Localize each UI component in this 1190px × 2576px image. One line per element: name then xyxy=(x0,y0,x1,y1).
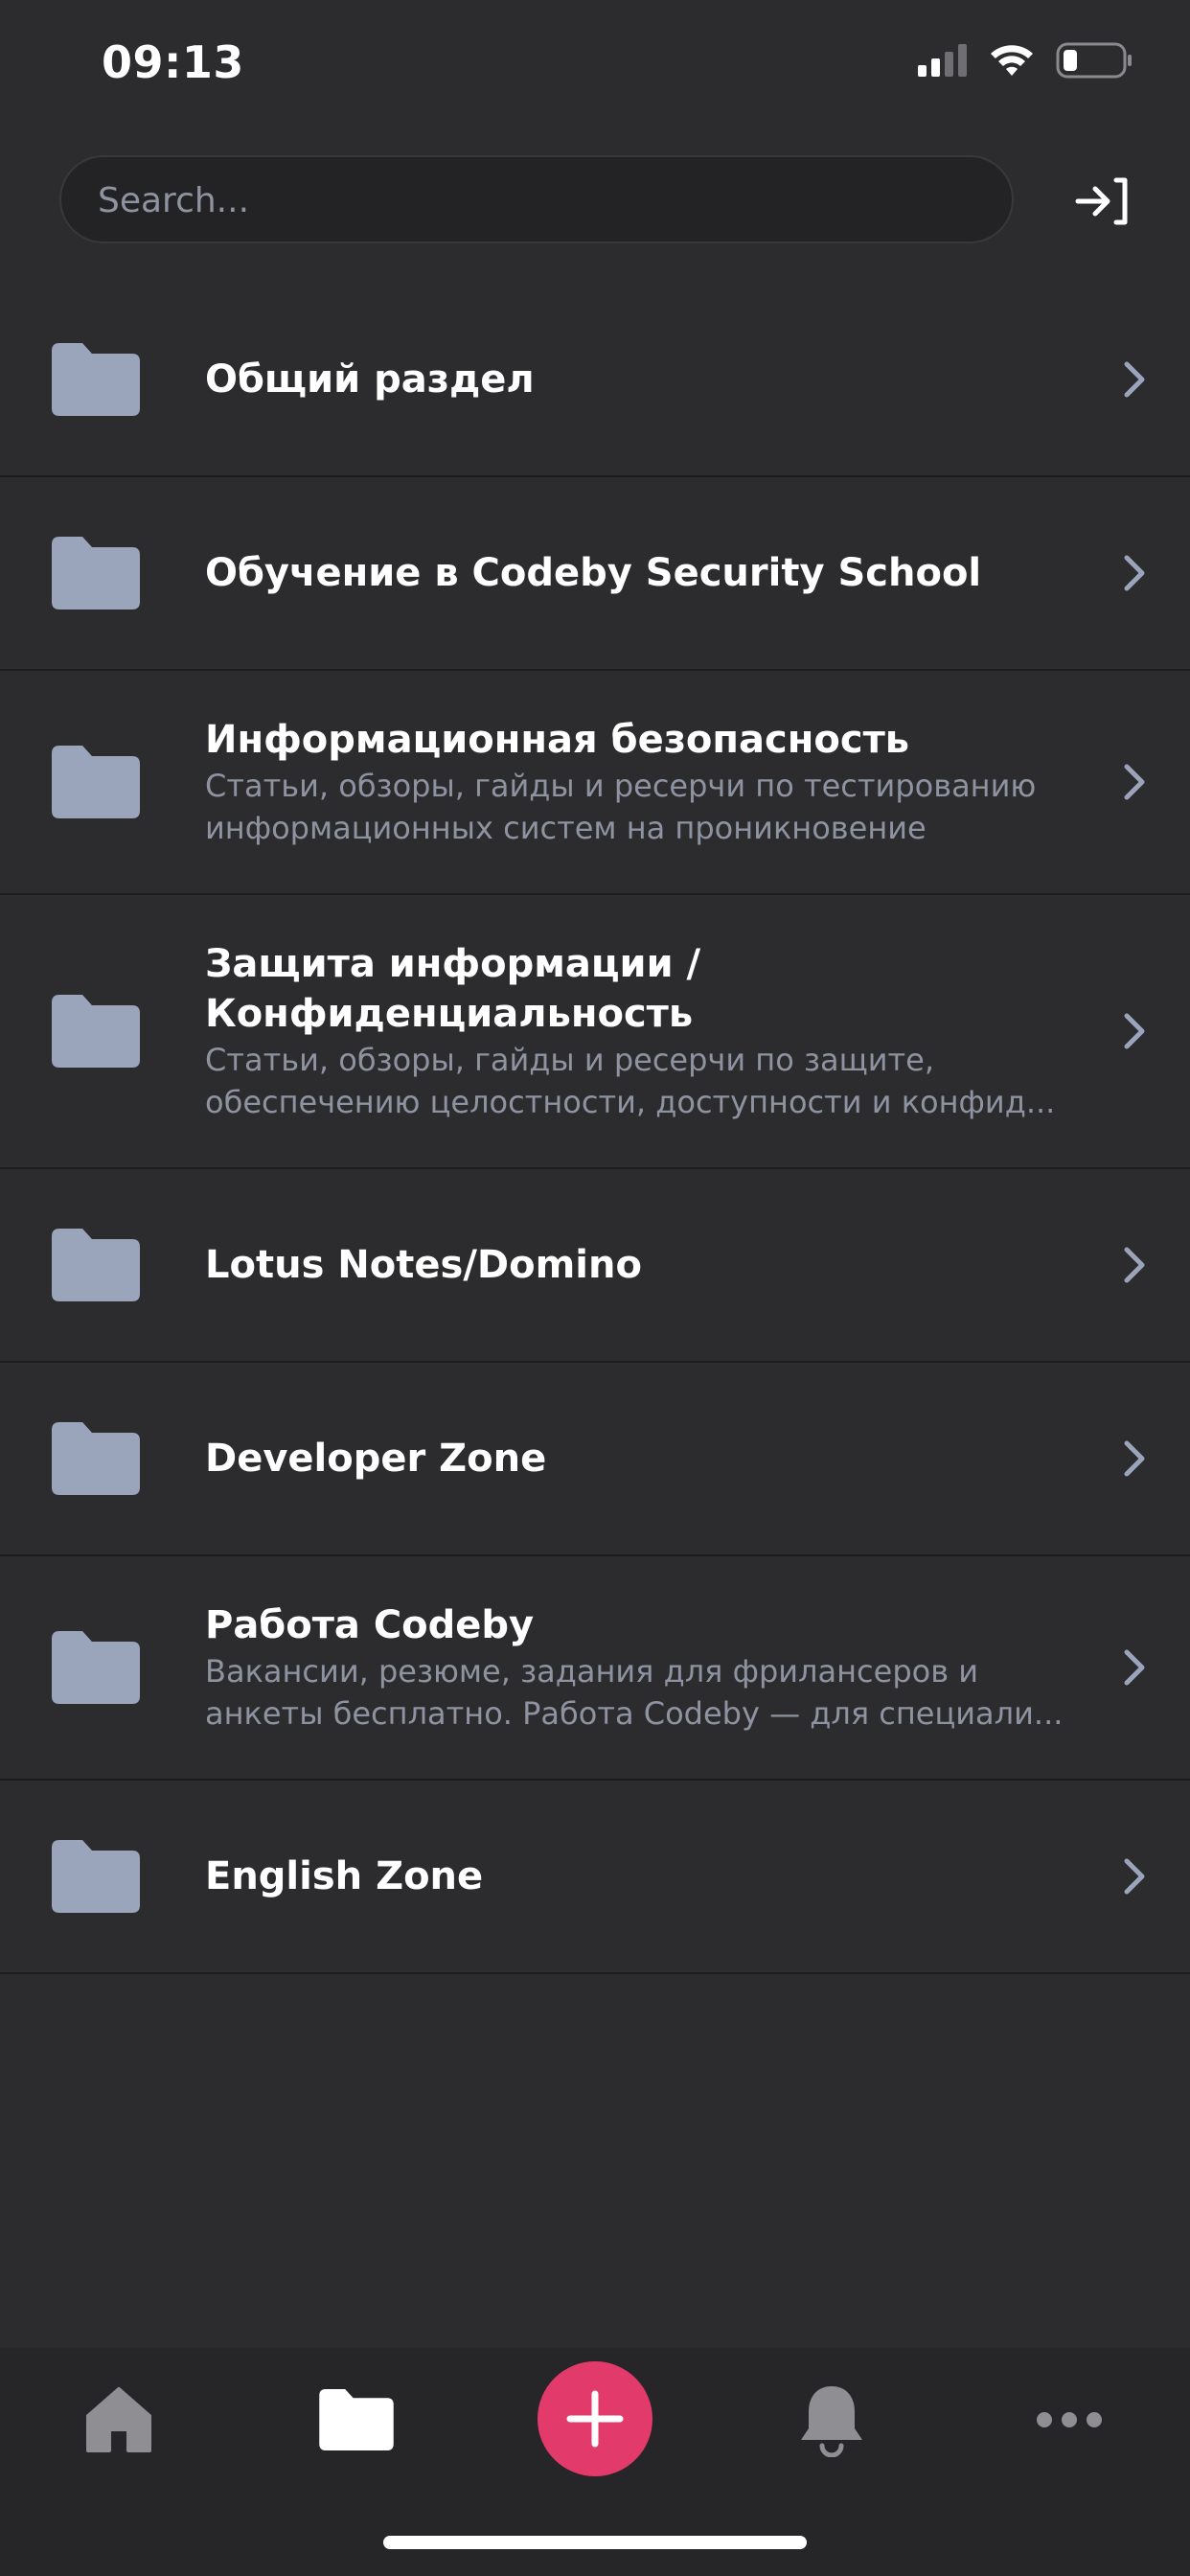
new-post-button[interactable] xyxy=(538,2361,652,2476)
forum-row-developer[interactable]: Developer Zone xyxy=(0,1363,1190,1556)
chevron-right-icon xyxy=(1124,1440,1145,1477)
forum-row-jobs[interactable]: Работа Codeby Вакансии, резюме, задания … xyxy=(0,1556,1190,1781)
forum-title: Developer Zone xyxy=(205,1437,547,1481)
forum-description-line: Вакансии, резюме, задания для фрилансеро… xyxy=(205,1653,979,1690)
forum-title: Информационная безопасность xyxy=(205,718,910,762)
chevron-right-icon xyxy=(1124,1858,1145,1895)
wifi-icon xyxy=(991,45,1033,76)
forum-row-infosec[interactable]: Информационная безопасность Статьи, обзо… xyxy=(0,671,1190,895)
chevron-right-icon xyxy=(1124,764,1145,800)
folder-icon xyxy=(52,537,140,610)
folder-icon xyxy=(319,2389,394,2450)
folder-icon xyxy=(52,746,140,818)
search-field[interactable] xyxy=(59,155,1014,243)
signal-icon xyxy=(918,44,967,77)
login-button[interactable] xyxy=(1064,163,1140,240)
forum-description-line: Статьи, обзоры, гайды и ресерчи по тести… xyxy=(205,768,1037,804)
forum-row-english[interactable]: English Zone xyxy=(0,1781,1190,1974)
status-time: 09:13 xyxy=(102,36,244,88)
bell-icon xyxy=(801,2386,862,2457)
plus-icon xyxy=(566,2390,624,2448)
chevron-right-icon xyxy=(1124,361,1145,398)
folder-icon xyxy=(52,1229,140,1301)
folder-icon xyxy=(52,1840,140,1913)
forum-description-line: анкеты бесплатно. Работа Codeby — для сп… xyxy=(205,1695,1064,1732)
forum-title: Общий раздел xyxy=(205,357,535,402)
battery-icon xyxy=(1056,42,1132,79)
forum-row-school[interactable]: Обучение в Codeby Security School xyxy=(0,477,1190,671)
forum-title-line: Защита информации / xyxy=(205,942,701,986)
folder-icon xyxy=(52,343,140,416)
forum-description-line: Статьи, обзоры, гайды и ресерчи по защит… xyxy=(205,1042,935,1078)
search-row xyxy=(0,153,1190,249)
chevron-right-icon xyxy=(1124,555,1145,591)
chevron-right-icon xyxy=(1124,1649,1145,1686)
search-input[interactable] xyxy=(96,157,981,243)
forum-description-line: обеспечению целостности, доступности и к… xyxy=(205,1084,1056,1120)
folder-icon xyxy=(52,1422,140,1495)
home-indicator xyxy=(383,2536,807,2549)
home-icon xyxy=(86,2387,151,2452)
tab-home[interactable] xyxy=(0,2348,238,2492)
chevron-right-icon xyxy=(1124,1247,1145,1283)
forum-row-general[interactable]: Общий раздел xyxy=(0,284,1190,477)
forum-title: Работа Codeby xyxy=(205,1603,535,1647)
forum-title: Lotus Notes/Domino xyxy=(205,1243,642,1287)
status-bar: 09:13 xyxy=(0,0,1190,134)
forum-row-privacy[interactable]: Защита информации / Конфиденциальность С… xyxy=(0,895,1190,1169)
forum-title: English Zone xyxy=(205,1854,484,1898)
more-icon xyxy=(1037,2412,1102,2427)
tab-notifications[interactable] xyxy=(713,2348,950,2492)
chevron-right-icon xyxy=(1124,1013,1145,1049)
login-arrow-icon xyxy=(1075,177,1128,225)
forum-title-line: Конфиденциальность xyxy=(205,992,694,1036)
status-icons xyxy=(918,42,1133,79)
tab-more[interactable] xyxy=(950,2348,1188,2492)
forum-row-lotus[interactable]: Lotus Notes/Domino xyxy=(0,1169,1190,1363)
folder-icon xyxy=(52,995,140,1068)
folder-icon xyxy=(52,1631,140,1704)
forum-description-line: информационных систем на проникновение xyxy=(205,810,927,846)
forum-title: Обучение в Codeby Security School xyxy=(205,551,982,595)
forum-list: Общий раздел Обучение в Codeby Security … xyxy=(0,284,1190,1974)
tab-forums[interactable] xyxy=(238,2348,475,2492)
